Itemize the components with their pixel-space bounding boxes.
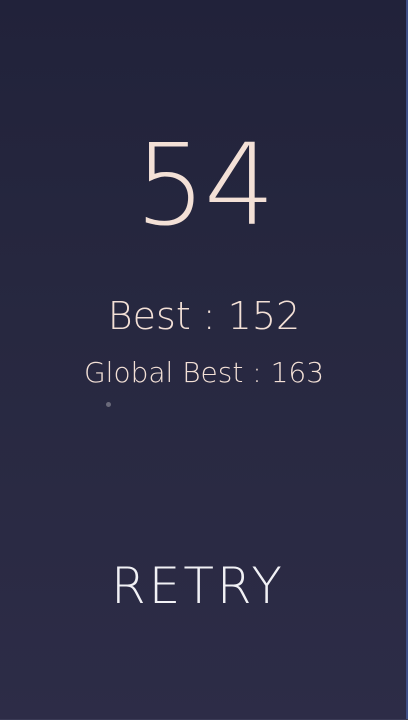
best-score: Best : 152 xyxy=(107,294,301,338)
retry-button[interactable]: RETRY xyxy=(96,554,300,618)
retry-label: RETRY xyxy=(111,557,285,615)
decorative-dot xyxy=(106,402,111,407)
current-score: 54 xyxy=(134,121,276,251)
game-over-screen: 54 Best : 152 Global Best : 163 RETRY xyxy=(0,0,408,720)
global-best-score: Global Best : 163 xyxy=(83,356,325,389)
